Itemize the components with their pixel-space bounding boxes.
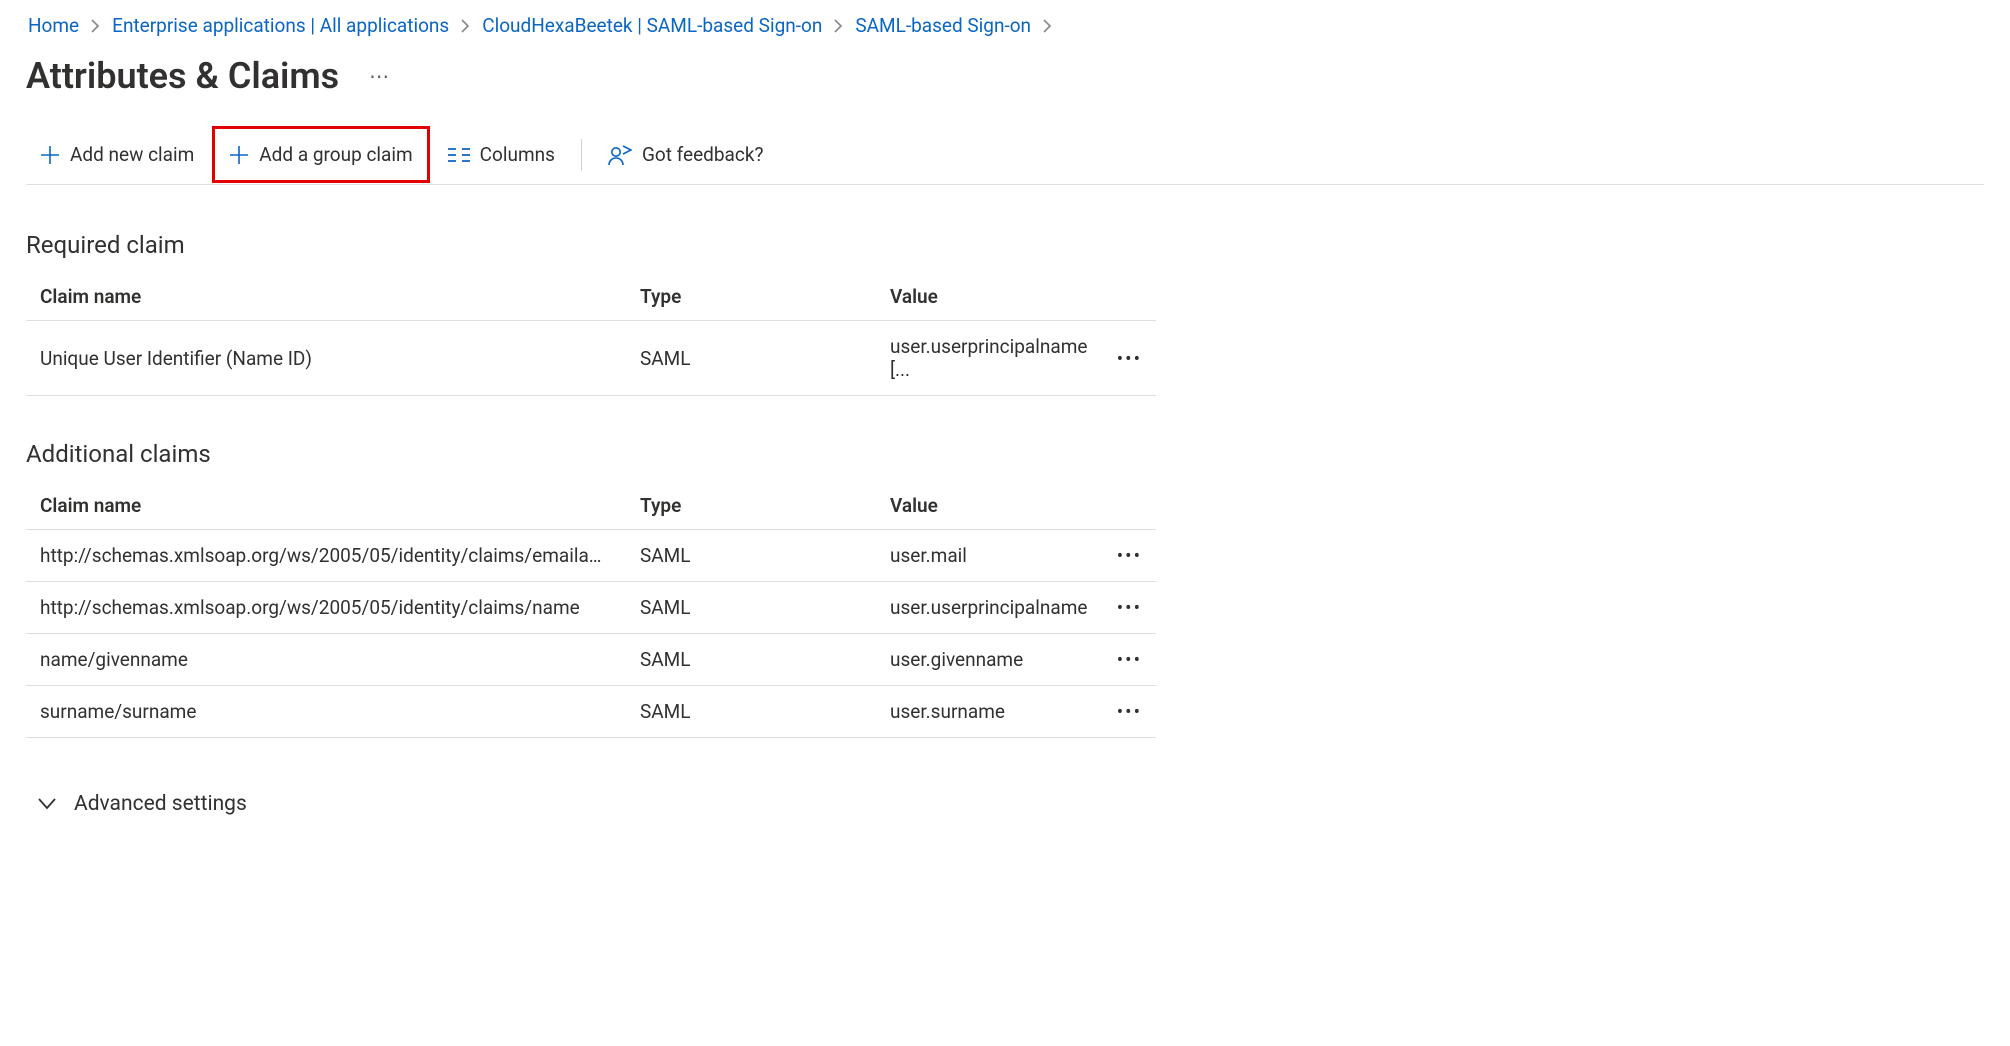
claim-value-cell: user.surname <box>876 686 1103 738</box>
additional-claims-table: Claim name Type Value http://schemas.xml… <box>26 482 1156 738</box>
add-group-claim-button[interactable]: Add a group claim <box>212 126 429 183</box>
columns-button[interactable]: Columns <box>434 137 569 172</box>
claim-value-cell: user.givenname <box>876 634 1103 686</box>
columns-icon <box>448 147 470 163</box>
toolbar: Add new claim Add a group claim Columns … <box>26 137 1984 185</box>
page-title-row: Attributes & Claims ⋯ <box>26 55 1984 97</box>
row-more-button[interactable]: ••• <box>1103 530 1156 582</box>
title-more-button[interactable]: ⋯ <box>369 64 391 88</box>
feedback-icon <box>608 144 632 166</box>
feedback-label: Got feedback? <box>642 143 764 166</box>
table-row[interactable]: surname/surname SAML user.surname ••• <box>26 686 1156 738</box>
breadcrumb-saml-sso[interactable]: SAML-based Sign-on <box>853 14 1033 37</box>
row-more-button[interactable]: ••• <box>1103 634 1156 686</box>
claim-name-cell: http://schemas.xmlsoap.org/ws/2005/05/id… <box>26 530 626 582</box>
add-new-claim-label: Add new claim <box>70 143 194 166</box>
advanced-settings-toggle[interactable]: Advanced settings <box>26 782 1984 826</box>
columns-label: Columns <box>480 143 555 166</box>
required-claims-table: Claim name Type Value Unique User Identi… <box>26 273 1156 396</box>
claim-type-cell: SAML <box>626 321 876 396</box>
column-header-value[interactable]: Value <box>876 273 1103 321</box>
row-more-button[interactable]: ••• <box>1103 686 1156 738</box>
chevron-right-icon <box>1037 19 1058 33</box>
feedback-button[interactable]: Got feedback? <box>594 137 778 172</box>
breadcrumb-enterprise-apps[interactable]: Enterprise applications | All applicatio… <box>110 14 451 37</box>
plus-icon <box>229 145 249 165</box>
plus-icon <box>40 145 60 165</box>
claim-value-cell: user.userprincipalname <box>876 582 1103 634</box>
toolbar-separator <box>581 139 582 171</box>
table-row[interactable]: http://schemas.xmlsoap.org/ws/2005/05/id… <box>26 582 1156 634</box>
claim-type-cell: SAML <box>626 582 876 634</box>
advanced-settings-label: Advanced settings <box>74 792 247 816</box>
column-header-value[interactable]: Value <box>876 482 1103 530</box>
additional-claims-heading: Additional claims <box>26 440 1984 468</box>
chevron-right-icon <box>828 19 849 33</box>
row-more-button[interactable]: ••• <box>1103 582 1156 634</box>
page-title: Attributes & Claims <box>26 55 339 97</box>
chevron-right-icon <box>85 19 106 33</box>
claim-name-cell: surname/surname <box>26 686 626 738</box>
column-header-type[interactable]: Type <box>626 273 876 321</box>
table-row[interactable]: Unique User Identifier (Name ID) SAML us… <box>26 321 1156 396</box>
column-header-name[interactable]: Claim name <box>26 273 626 321</box>
table-row[interactable]: name/givenname SAML user.givenname ••• <box>26 634 1156 686</box>
claim-value-cell: user.userprincipalname [... <box>876 321 1103 396</box>
claim-type-cell: SAML <box>626 634 876 686</box>
column-header-name[interactable]: Claim name <box>26 482 626 530</box>
claim-name-cell: name/givenname <box>26 634 626 686</box>
breadcrumb-app-sso[interactable]: CloudHexaBeetek | SAML-based Sign-on <box>480 14 824 37</box>
table-row[interactable]: http://schemas.xmlsoap.org/ws/2005/05/id… <box>26 530 1156 582</box>
add-new-claim-button[interactable]: Add new claim <box>26 137 208 172</box>
claim-name-cell: http://schemas.xmlsoap.org/ws/2005/05/id… <box>26 582 626 634</box>
claim-type-cell: SAML <box>626 530 876 582</box>
claim-value-cell: user.mail <box>876 530 1103 582</box>
row-more-button[interactable]: ••• <box>1103 321 1156 396</box>
add-group-claim-label: Add a group claim <box>259 143 412 166</box>
column-header-type[interactable]: Type <box>626 482 876 530</box>
claim-type-cell: SAML <box>626 686 876 738</box>
chevron-right-icon <box>455 19 476 33</box>
breadcrumb: Home Enterprise applications | All appli… <box>26 14 1984 37</box>
required-claim-heading: Required claim <box>26 231 1984 259</box>
chevron-down-icon <box>38 798 56 810</box>
breadcrumb-home[interactable]: Home <box>26 14 81 37</box>
claim-name-cell: Unique User Identifier (Name ID) <box>26 321 626 396</box>
